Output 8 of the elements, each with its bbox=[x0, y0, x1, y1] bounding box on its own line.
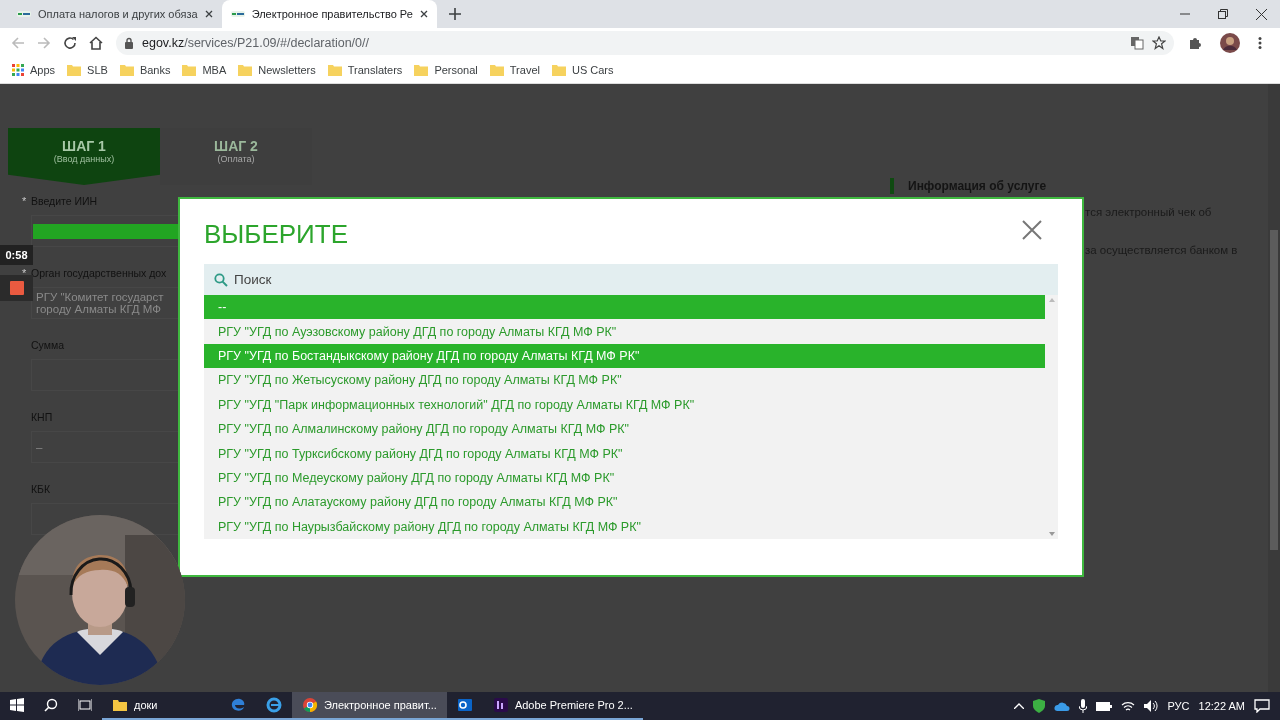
field-text: РГУ "Комитет государст bbox=[36, 291, 164, 303]
field-text: городу Алматы КГД МФ bbox=[36, 303, 162, 315]
field-value: – bbox=[36, 441, 43, 453]
dialog-title: ВЫБЕРИТЕ bbox=[204, 218, 348, 250]
required-mark: * bbox=[22, 195, 28, 207]
required-mark: * bbox=[22, 267, 28, 279]
recording-timer: 0:58 bbox=[0, 245, 33, 265]
url-text: egov.kz/services/P21.09/#/declaration/0// bbox=[142, 35, 370, 50]
